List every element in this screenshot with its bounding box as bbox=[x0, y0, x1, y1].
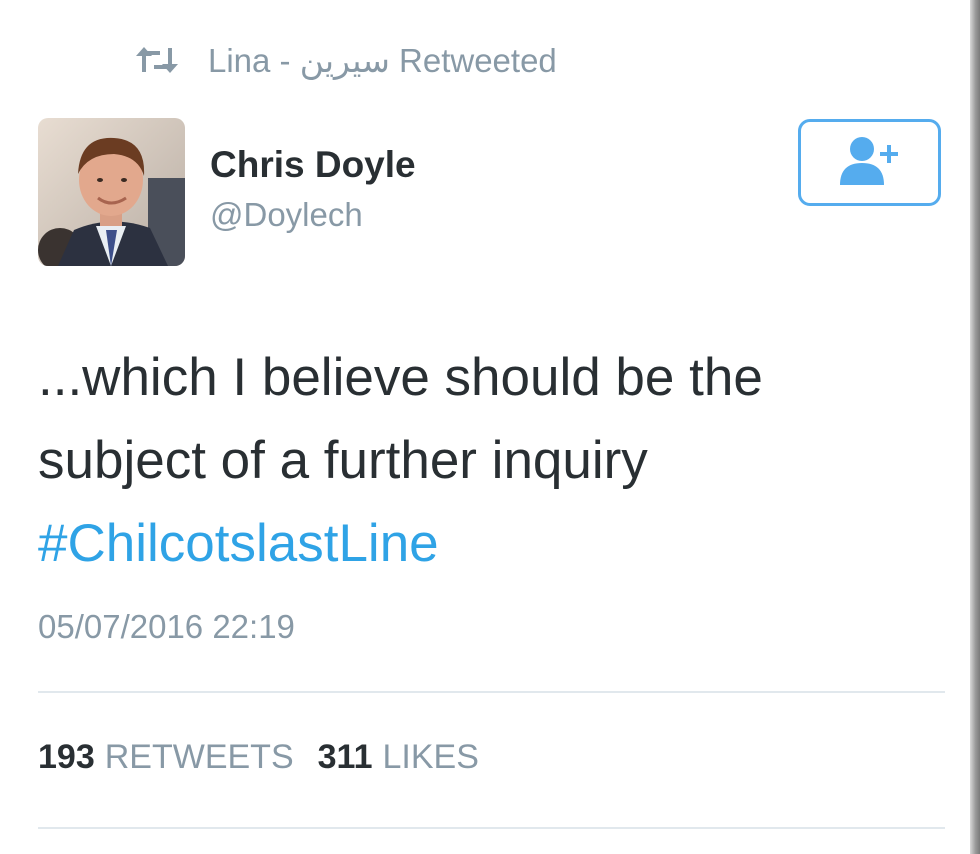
tweet-text-line: ...which I believe should be the bbox=[38, 348, 763, 407]
retweet-icon bbox=[134, 45, 180, 75]
retweet-context[interactable]: Lina - سيرين Retweeted bbox=[134, 38, 557, 82]
divider bbox=[38, 827, 945, 829]
follow-button[interactable] bbox=[798, 119, 941, 206]
tweet-text-line: subject of a further inquiry bbox=[38, 431, 648, 490]
likes-count[interactable]: 311 bbox=[318, 738, 373, 777]
retweets-label[interactable]: RETWEETS bbox=[105, 738, 294, 777]
screen-edge bbox=[970, 0, 980, 854]
author-handle[interactable]: @Doylech bbox=[210, 196, 363, 234]
divider bbox=[38, 691, 945, 693]
tweet-text: ...which I believe should be the subject… bbox=[38, 336, 918, 585]
retweet-context-text: Lina - سيرين Retweeted bbox=[208, 41, 557, 79]
author-avatar[interactable] bbox=[38, 118, 185, 266]
likes-label[interactable]: LIKES bbox=[383, 738, 479, 777]
tweet-stats: 193 RETWEETS 311 LIKES bbox=[38, 738, 503, 777]
tweet-timestamp: 05/07/2016 22:19 bbox=[38, 608, 295, 645]
follow-user-icon bbox=[838, 135, 902, 190]
author-name[interactable]: Chris Doyle bbox=[210, 144, 416, 186]
hashtag-link[interactable]: #ChilcotslastLine bbox=[38, 502, 918, 585]
retweets-count[interactable]: 193 bbox=[38, 738, 95, 777]
